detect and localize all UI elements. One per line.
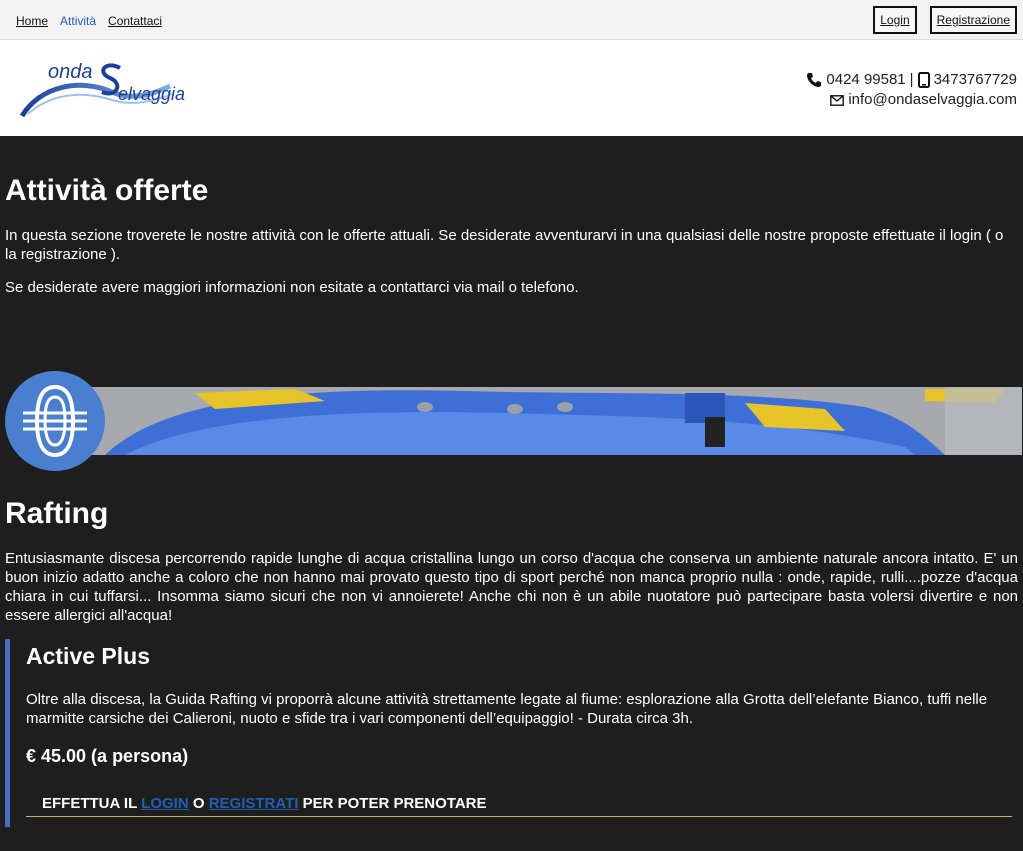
main-content: Attività offerte In questa sezione trove… — [0, 174, 1023, 827]
raft-badge — [5, 371, 105, 471]
onda-selvaggia-logo[interactable]: onda elvaggia — [20, 56, 205, 120]
nav-contattaci-link[interactable]: Contattaci — [108, 14, 162, 28]
cta-register-link[interactable]: REGISTRATI — [209, 795, 299, 812]
mobile-icon — [917, 72, 930, 88]
booking-cta: EFFETTUA IL LOGIN O REGISTRATI PER POTER… — [26, 795, 1012, 817]
top-bar: Home Attività Contattaci Login Registraz… — [0, 0, 1023, 40]
activity-description: Entusiasmante discesa percorrendo rapide… — [5, 550, 1018, 624]
phone-icon — [807, 73, 822, 87]
contact-separator: | — [909, 71, 914, 88]
offer-description: Oltre alla discesa, la Guida Rafting vi … — [26, 691, 988, 727]
nav-home-link[interactable]: Home — [16, 14, 48, 28]
info-text: Se desiderate avere maggiori informazion… — [5, 279, 579, 296]
offer-price: € 45.00 (a persona) — [26, 746, 189, 766]
main-nav: Home Attività Contattaci — [16, 14, 162, 28]
email-address[interactable]: info@ondaselvaggia.com — [848, 90, 1017, 110]
envelope-icon — [830, 94, 845, 106]
cta-or: O — [192, 795, 205, 812]
intro-text: In questa sezione troverete le nostre at… — [5, 227, 1004, 263]
cta-login-link[interactable]: LOGIN — [141, 795, 189, 812]
activity-title: Rafting — [5, 497, 109, 530]
page-title: Attività offerte — [5, 174, 209, 207]
offer-card: Active Plus Oltre alla discesa, la Guida… — [5, 639, 1018, 827]
mobile-number[interactable]: 3473767729 — [934, 70, 1017, 90]
cta-prefix: EFFETTUA IL — [42, 795, 137, 812]
svg-text:elvaggia: elvaggia — [118, 84, 185, 104]
phone-number[interactable]: 0424 99581 — [826, 70, 905, 90]
rafting-banner — [5, 371, 1022, 471]
nav-attivita-link[interactable]: Attività — [60, 14, 96, 28]
svg-text:onda: onda — [48, 61, 93, 83]
auth-buttons: Login Registrazione — [873, 6, 1017, 34]
cta-suffix: PER POTER PRENOTARE — [302, 795, 487, 812]
login-button[interactable]: Login — [873, 6, 917, 34]
rafting-photo — [45, 387, 1022, 455]
offer-title: Active Plus — [26, 643, 150, 669]
raft-icon — [23, 384, 87, 458]
contact-info: 0424 99581 | 3473767729 info@ondaselvagg… — [806, 70, 1017, 110]
registration-button[interactable]: Registrazione — [929, 6, 1017, 34]
site-header: onda elvaggia 0424 99581 | 3473767729 in… — [0, 40, 1023, 136]
